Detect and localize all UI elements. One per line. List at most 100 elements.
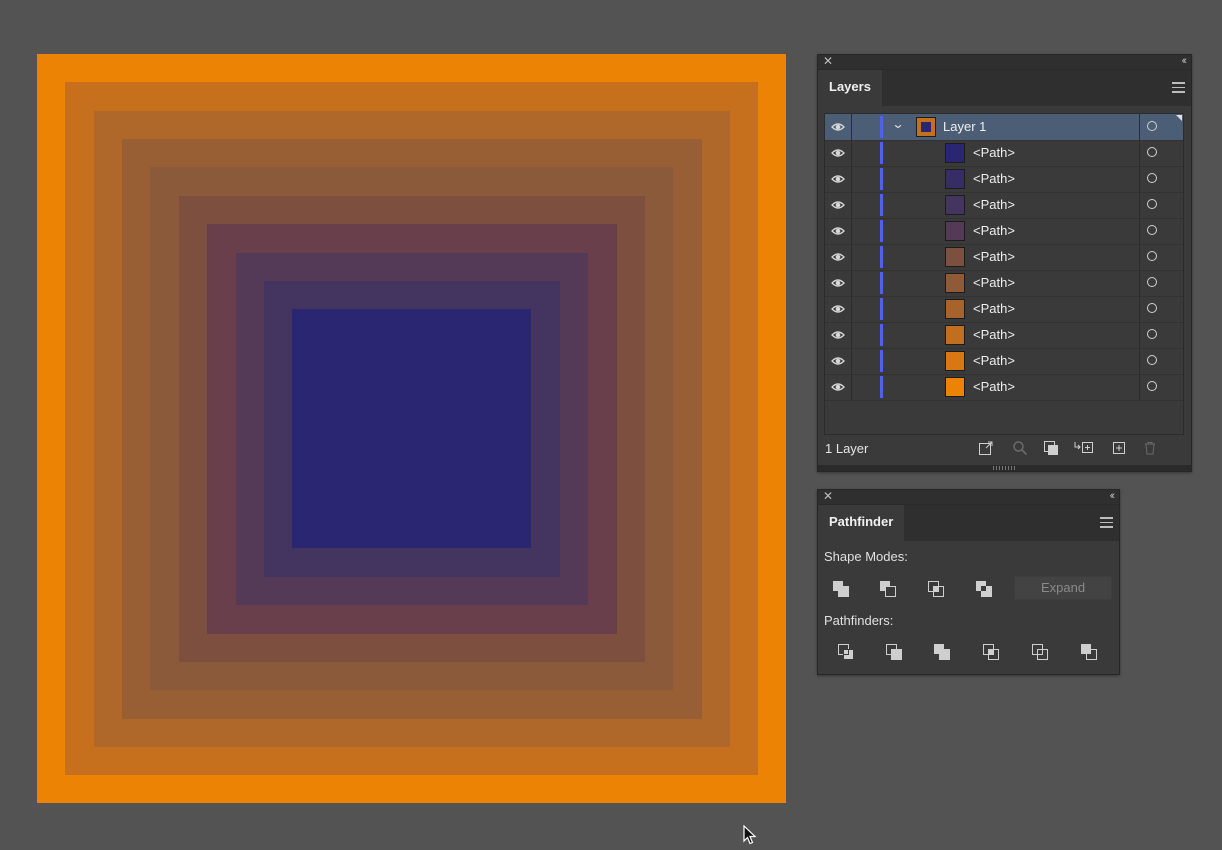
layer-color-bar xyxy=(880,350,883,372)
target-icon[interactable] xyxy=(1147,121,1157,131)
collapse-icon[interactable]: ‹‹ xyxy=(1110,489,1116,503)
target-icon[interactable] xyxy=(1147,329,1157,339)
path-name[interactable]: <Path> xyxy=(973,327,1015,342)
eye-icon[interactable] xyxy=(831,276,845,290)
layer-row[interactable]: ⌄ Layer 1 xyxy=(825,114,1183,141)
path-thumbnail xyxy=(945,195,965,215)
target-icon[interactable] xyxy=(1147,381,1157,391)
path-row[interactable]: <Path> xyxy=(825,296,1183,323)
layer-color-bar xyxy=(880,220,883,242)
eye-icon[interactable] xyxy=(831,224,845,238)
trim-icon[interactable] xyxy=(885,643,903,661)
path-row[interactable]: <Path> xyxy=(825,322,1183,349)
path-name[interactable]: <Path> xyxy=(973,275,1015,290)
eye-icon[interactable] xyxy=(831,354,845,368)
tab-bar: Layers xyxy=(818,70,1191,106)
outline-icon[interactable] xyxy=(1031,643,1049,661)
layer-name[interactable]: Layer 1 xyxy=(943,119,986,134)
panel-header: ✕ ‹‹ xyxy=(818,54,1191,70)
chevron-down-icon[interactable]: ⌄ xyxy=(891,117,904,131)
target-icon[interactable] xyxy=(1147,277,1157,287)
eye-icon[interactable] xyxy=(831,302,845,316)
path-name[interactable]: <Path> xyxy=(973,379,1015,394)
minus-back-icon[interactable] xyxy=(1080,643,1098,661)
unite-icon[interactable] xyxy=(832,580,850,598)
layer-color-bar xyxy=(880,168,883,190)
path-thumbnail xyxy=(945,221,965,241)
path-thumbnail xyxy=(945,299,965,319)
target-icon[interactable] xyxy=(1147,355,1157,365)
path-row[interactable]: <Path> xyxy=(825,244,1183,271)
eye-icon[interactable] xyxy=(831,120,845,134)
layer-count: 1 Layer xyxy=(825,441,869,456)
new-sublayer-icon[interactable] xyxy=(1074,440,1094,456)
intersect-icon[interactable] xyxy=(927,580,945,598)
divide-icon[interactable] xyxy=(837,643,855,661)
eye-icon[interactable] xyxy=(831,250,845,264)
eye-icon[interactable] xyxy=(831,380,845,394)
cursor-icon xyxy=(743,825,757,845)
layer-color-bar xyxy=(880,142,883,164)
crop-icon[interactable] xyxy=(982,643,1000,661)
trash-icon[interactable] xyxy=(1142,440,1158,456)
path-row[interactable]: <Path> xyxy=(825,270,1183,297)
new-layer-icon[interactable] xyxy=(1111,440,1127,456)
collect-export-icon[interactable] xyxy=(978,440,994,456)
make-clipping-mask-icon[interactable] xyxy=(1043,440,1059,456)
layers-footer: 1 Layer xyxy=(818,433,1191,463)
tab-pathfinder[interactable]: Pathfinder xyxy=(818,505,905,541)
minus-front-icon[interactable] xyxy=(879,580,897,598)
collapse-icon[interactable]: ‹‹ xyxy=(1182,54,1188,68)
exclude-icon[interactable] xyxy=(975,580,993,598)
eye-icon[interactable] xyxy=(831,172,845,186)
eye-icon[interactable] xyxy=(831,198,845,212)
expand-button[interactable]: Expand xyxy=(1014,576,1112,600)
path-name[interactable]: <Path> xyxy=(973,197,1015,212)
path-row[interactable]: <Path> xyxy=(825,192,1183,219)
path-thumbnail xyxy=(945,273,965,293)
locate-object-icon[interactable] xyxy=(1012,440,1028,456)
close-icon[interactable]: ✕ xyxy=(823,54,833,68)
target-icon[interactable] xyxy=(1147,251,1157,261)
path-row[interactable]: <Path> xyxy=(825,218,1183,245)
panel-menu-icon[interactable] xyxy=(1100,517,1113,531)
path-thumbnail xyxy=(945,169,965,189)
layer-color-bar xyxy=(880,298,883,320)
target-icon[interactable] xyxy=(1147,303,1157,313)
path-thumbnail xyxy=(945,325,965,345)
path-row[interactable]: <Path> xyxy=(825,374,1183,401)
eye-icon[interactable] xyxy=(831,328,845,342)
artboard-square[interactable] xyxy=(292,309,531,548)
target-icon[interactable] xyxy=(1147,225,1157,235)
layer-color-bar xyxy=(880,116,883,138)
path-row[interactable]: <Path> xyxy=(825,166,1183,193)
pathfinders-label: Pathfinders: xyxy=(824,613,894,628)
tab-layers[interactable]: Layers xyxy=(818,70,882,106)
path-name[interactable]: <Path> xyxy=(973,171,1015,186)
path-name[interactable]: <Path> xyxy=(973,223,1015,238)
target-icon[interactable] xyxy=(1147,173,1157,183)
path-thumbnail xyxy=(945,351,965,371)
resize-handle[interactable] xyxy=(818,465,1191,471)
target-icon[interactable] xyxy=(1147,199,1157,209)
path-name[interactable]: <Path> xyxy=(973,301,1015,316)
close-icon[interactable]: ✕ xyxy=(823,489,833,503)
tab-bar: Pathfinder xyxy=(818,505,1119,541)
path-name[interactable]: <Path> xyxy=(973,145,1015,160)
target-icon[interactable] xyxy=(1147,147,1157,157)
path-thumbnail xyxy=(945,377,965,397)
merge-icon[interactable] xyxy=(933,643,951,661)
panel-menu-icon[interactable] xyxy=(1172,82,1185,96)
layer-color-bar xyxy=(880,194,883,216)
path-name[interactable]: <Path> xyxy=(973,249,1015,264)
path-name[interactable]: <Path> xyxy=(973,353,1015,368)
layers-list: ⌄ Layer 1 <Path> <Path> <Path> <Path> <Path>… xyxy=(824,113,1184,435)
path-row[interactable]: <Path> xyxy=(825,140,1183,167)
layers-panel: ✕ ‹‹ Layers ⌄ Layer 1 <Path> <Path> <Path>… xyxy=(817,54,1192,472)
path-thumbnail xyxy=(945,143,965,163)
pathfinder-panel: ✕ ‹‹ Pathfinder Shape Modes: Expand Path… xyxy=(817,489,1120,675)
path-row[interactable]: <Path> xyxy=(825,348,1183,375)
eye-icon[interactable] xyxy=(831,146,845,160)
artboard[interactable] xyxy=(37,54,786,803)
selection-indicator xyxy=(1176,115,1182,121)
